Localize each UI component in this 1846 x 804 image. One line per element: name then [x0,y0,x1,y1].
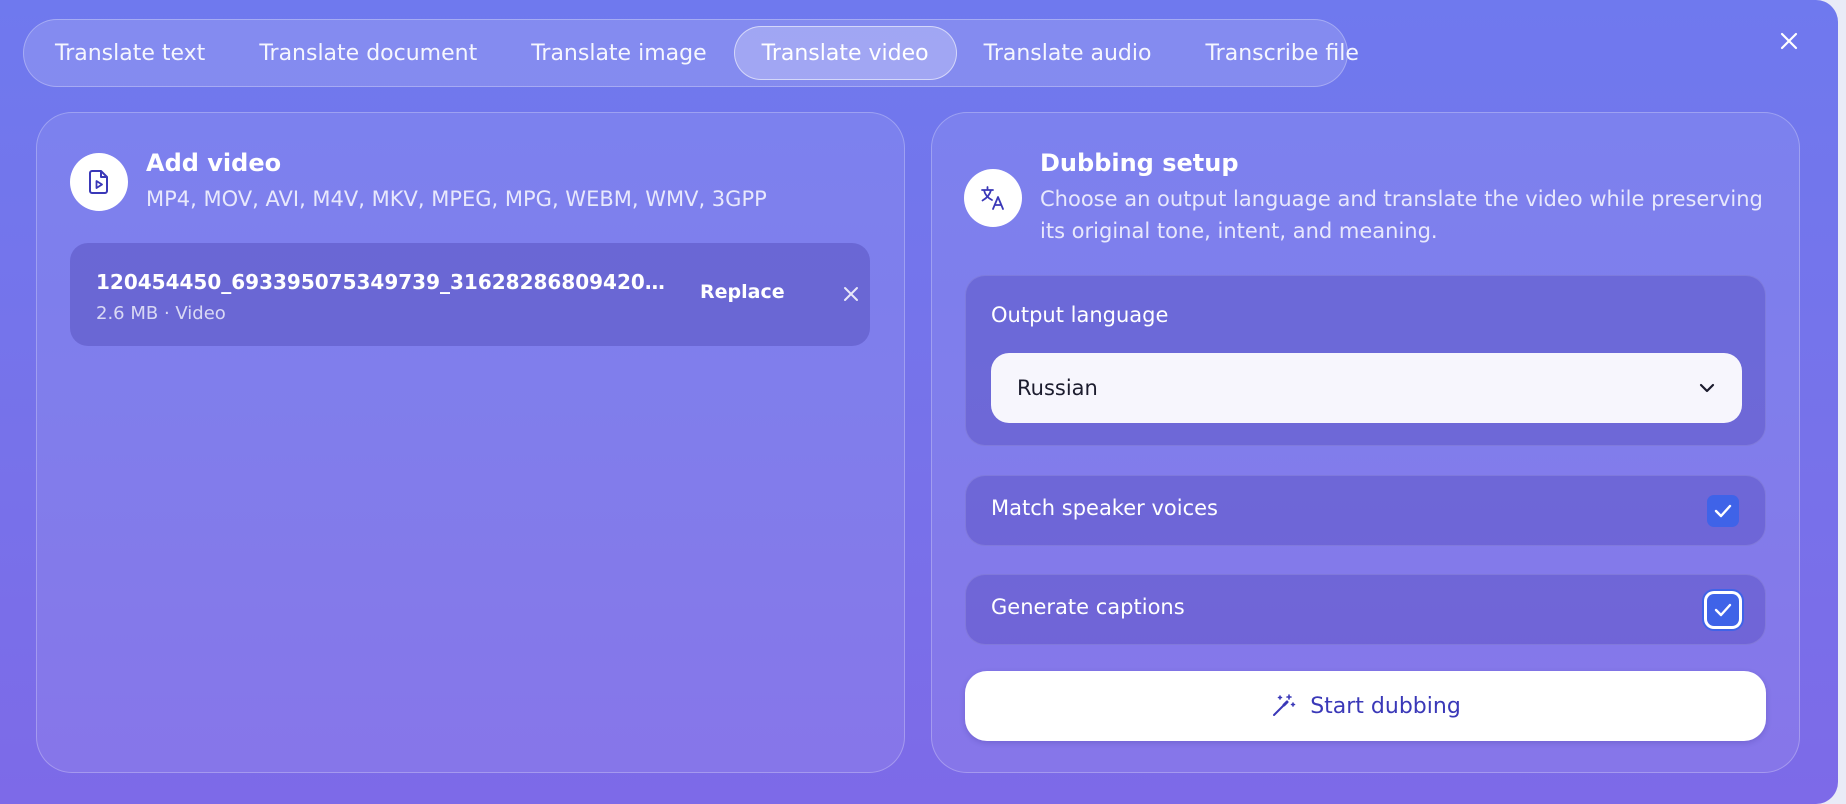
output-language-select[interactable]: Russian [991,353,1742,423]
file-meta: 2.6 MB · Video [96,303,226,324]
dubbing-setup-title: Dubbing setup [1040,149,1239,177]
tab-translate-image[interactable]: Translate image [504,26,733,80]
checkmark-icon [1714,504,1732,518]
generate-captions-row: Generate captions [965,574,1766,645]
match-voices-label: Match speaker voices [991,496,1218,520]
translate-modal: Translate text Translate document Transl… [0,0,1838,804]
file-name: 120454450_693395075349739_31628286809420… [96,270,666,294]
generate-captions-label: Generate captions [991,595,1185,619]
translation-tabs: Translate text Translate document Transl… [23,19,1359,87]
generate-captions-checkbox[interactable] [1707,594,1739,626]
tab-translate-audio[interactable]: Translate audio [957,26,1179,80]
tab-translate-text[interactable]: Translate text [28,26,232,80]
match-voices-row: Match speaker voices [965,475,1766,546]
video-file-icon [70,153,128,211]
dubbing-setup-description: Choose an output language and translate … [1040,187,1763,243]
start-dubbing-label: Start dubbing [1310,693,1461,719]
magic-wand-icon [1273,694,1296,716]
close-icon [1780,32,1798,50]
output-language-label: Output language [991,303,1169,327]
close-icon [844,287,858,301]
remove-file-button[interactable] [840,283,862,305]
tab-translate-document[interactable]: Translate document [232,26,504,80]
dubbing-setup-panel: Dubbing setup Choose an output language … [931,112,1800,773]
replace-file-button[interactable]: Replace [700,281,785,303]
start-dubbing-button[interactable]: Start dubbing [965,671,1766,741]
output-language-box: Output language Russian [965,275,1766,446]
translate-icon [964,169,1022,227]
output-language-value: Russian [1017,376,1098,400]
match-voices-checkbox[interactable] [1707,495,1739,527]
tab-transcribe-file[interactable]: Transcribe file [1178,26,1385,80]
add-video-panel: Add video MP4, MOV, AVI, M4V, MKV, MPEG,… [36,112,905,773]
tab-translate-video[interactable]: Translate video [733,26,957,80]
add-video-title: Add video [146,149,282,177]
supported-formats: MP4, MOV, AVI, M4V, MKV, MPEG, MPG, WEBM… [146,187,767,211]
close-modal-button[interactable] [1774,26,1804,56]
chevron-down-icon [1699,383,1715,393]
uploaded-file-card: 120454450_693395075349739_31628286809420… [70,243,870,346]
checkmark-icon [1714,603,1732,617]
